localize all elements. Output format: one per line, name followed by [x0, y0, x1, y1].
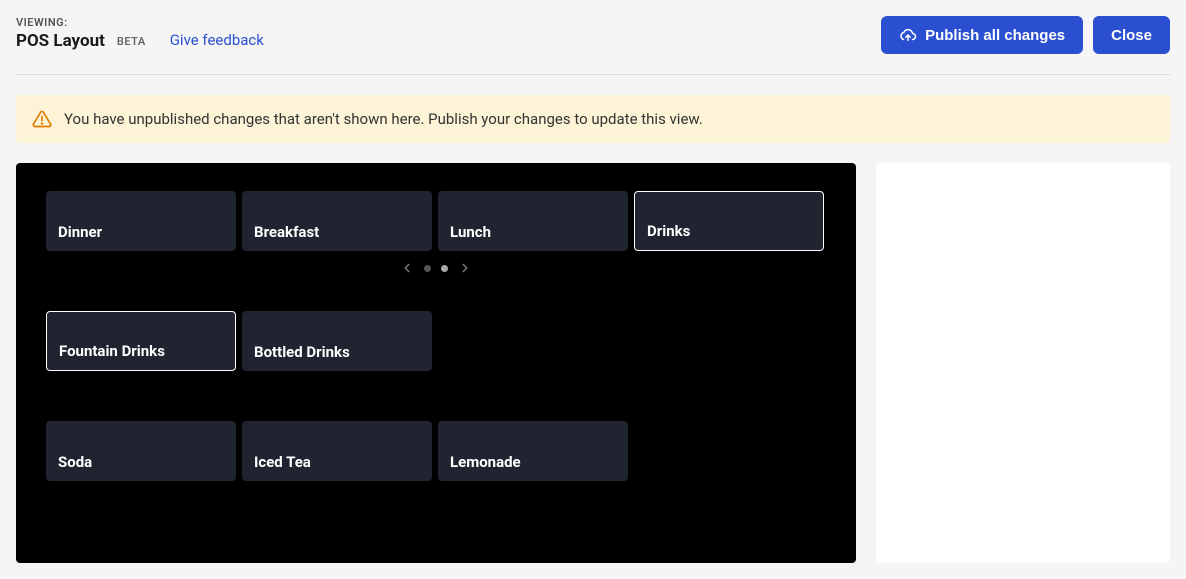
category-tile-lunch[interactable]: Lunch	[438, 191, 628, 251]
cloud-upload-icon	[899, 26, 917, 44]
tile-label: Drinks	[647, 222, 690, 240]
viewing-label: VIEWING:	[16, 16, 146, 29]
close-label: Close	[1111, 27, 1152, 44]
viewing-title-row: POS Layout BETA	[16, 31, 146, 51]
tile-label: Bottled Drinks	[254, 343, 350, 361]
tile-label: Lemonade	[450, 453, 521, 471]
pager-dot-1[interactable]	[424, 265, 431, 272]
publish-all-label: Publish all changes	[925, 27, 1065, 44]
subcategory-tile-bottled[interactable]: Bottled Drinks	[242, 311, 432, 371]
warning-icon	[32, 109, 52, 129]
pager-prev[interactable]	[400, 261, 414, 275]
subcategory-row: Fountain Drinks Bottled Drinks	[46, 311, 826, 371]
category-row: Dinner Breakfast Lunch Drinks	[46, 191, 826, 251]
publish-all-button[interactable]: Publish all changes	[881, 16, 1083, 54]
category-tile-drinks[interactable]: Drinks	[634, 191, 824, 251]
header-right: Publish all changes Close	[881, 16, 1170, 54]
item-tile-soda[interactable]: Soda	[46, 421, 236, 481]
main-row: Dinner Breakfast Lunch Drinks Fountain D…	[16, 163, 1170, 563]
tile-label: Dinner	[58, 223, 102, 241]
page-title: POS Layout	[16, 31, 105, 51]
tile-label: Lunch	[450, 223, 491, 241]
chevron-left-icon	[400, 261, 414, 275]
subcategory-tile-fountain[interactable]: Fountain Drinks	[46, 311, 236, 371]
item-row: Soda Iced Tea Lemonade	[46, 421, 826, 481]
alert-text: You have unpublished changes that aren't…	[64, 110, 703, 128]
tile-label: Breakfast	[254, 223, 319, 241]
give-feedback-link[interactable]: Give feedback	[170, 31, 264, 49]
header: VIEWING: POS Layout BETA Give feedback P…	[16, 16, 1170, 75]
side-panel	[876, 163, 1170, 563]
category-tile-dinner[interactable]: Dinner	[46, 191, 236, 251]
close-button[interactable]: Close	[1093, 16, 1170, 54]
pager-next[interactable]	[458, 261, 472, 275]
tile-label: Fountain Drinks	[59, 342, 165, 360]
item-tile-lemonade[interactable]: Lemonade	[438, 421, 628, 481]
pager-dot-2[interactable]	[441, 265, 448, 272]
item-tile-iced-tea[interactable]: Iced Tea	[242, 421, 432, 481]
header-left: VIEWING: POS Layout BETA Give feedback	[16, 16, 264, 51]
chevron-right-icon	[458, 261, 472, 275]
tile-label: Iced Tea	[254, 453, 311, 471]
pos-preview-panel: Dinner Breakfast Lunch Drinks Fountain D…	[16, 163, 856, 563]
category-pager	[46, 261, 826, 275]
viewing-block: VIEWING: POS Layout BETA	[16, 16, 146, 51]
category-tile-breakfast[interactable]: Breakfast	[242, 191, 432, 251]
unpublished-changes-alert: You have unpublished changes that aren't…	[16, 95, 1170, 143]
beta-badge: BETA	[117, 35, 146, 48]
tile-label: Soda	[58, 453, 92, 471]
